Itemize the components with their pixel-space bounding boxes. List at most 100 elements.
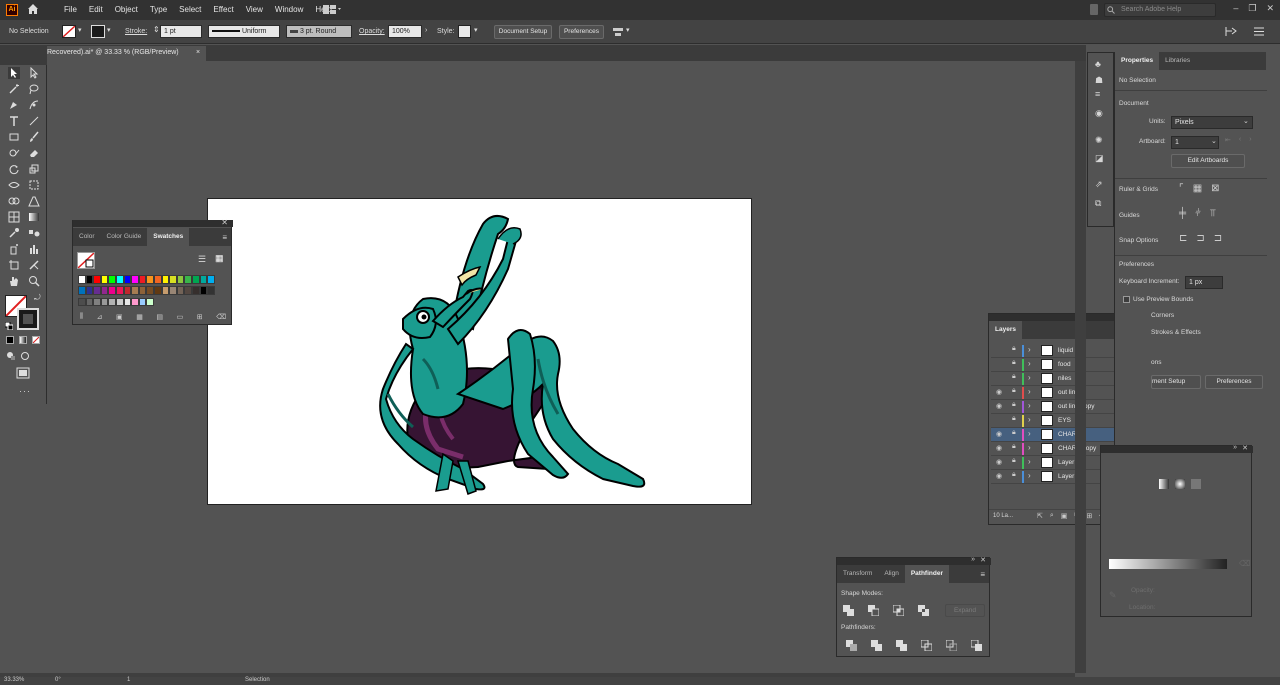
preview-bounds-checkbox[interactable] [1123, 296, 1130, 303]
swatch[interactable] [131, 297, 139, 307]
opacity-label[interactable]: Opacity: [359, 26, 385, 38]
menu-select[interactable]: Select [173, 0, 207, 20]
minus-front-icon[interactable] [868, 605, 879, 616]
grid-view-icon[interactable]: ▦ [215, 253, 224, 264]
intersect-icon[interactable] [893, 605, 904, 616]
none-mode-icon[interactable] [32, 336, 40, 344]
shape-builder-tool-icon[interactable] [8, 195, 20, 207]
gradient-slider[interactable] [1109, 559, 1227, 569]
gradient-mode-icon[interactable] [19, 336, 27, 344]
rotate-tool-icon[interactable] [8, 163, 20, 175]
swatch[interactable] [85, 286, 94, 295]
trim-icon[interactable] [871, 640, 882, 651]
swatch[interactable] [115, 275, 124, 284]
swatch[interactable] [138, 275, 147, 284]
style-swatch[interactable] [458, 25, 471, 38]
swatch-kind-icon[interactable]: ⊿ [97, 313, 103, 321]
lock-icon[interactable]: 🔒︎ [1012, 429, 1016, 437]
freeform-gradient-icon[interactable] [1191, 479, 1201, 489]
tab-transform[interactable]: Transform [837, 565, 878, 583]
swatch[interactable] [184, 286, 192, 295]
rotate-view[interactable]: 0° [55, 677, 61, 683]
chevron-right-icon[interactable]: › [1028, 401, 1031, 410]
chevron-right-icon[interactable]: › [1028, 415, 1031, 424]
outline-icon[interactable] [946, 640, 957, 651]
first-artboard-icon[interactable]: ⇤ [1225, 136, 1231, 144]
curvature-tool-icon[interactable] [28, 99, 40, 111]
close-panel-icon[interactable]: ✕ [1242, 444, 1248, 452]
lock-icon[interactable]: 🔒︎ [1012, 415, 1016, 423]
mesh-tool-icon[interactable] [8, 211, 20, 223]
trash-icon[interactable]: ⌫ [216, 313, 226, 321]
selection-tool-icon[interactable] [8, 67, 20, 79]
chevron-right-icon[interactable]: › [1028, 345, 1031, 354]
column-graph-tool-icon[interactable] [28, 243, 40, 255]
default-colors-icon[interactable] [5, 322, 13, 330]
swatch[interactable] [153, 286, 162, 295]
free-transform-tool-icon[interactable] [28, 179, 40, 191]
align-icon[interactable] [612, 26, 624, 38]
tab-libraries[interactable]: Libraries [1159, 52, 1196, 70]
search-input[interactable]: Search Adobe Help [1104, 3, 1216, 17]
eye-icon[interactable]: ◉ [996, 402, 1002, 410]
snap-to-pixel-icon[interactable]: ⊐ [1214, 233, 1222, 244]
lock-icon[interactable]: 🔒︎ [1012, 457, 1016, 465]
arrange-documents-icon[interactable] [322, 4, 342, 15]
swatch[interactable] [93, 297, 101, 307]
swatch[interactable] [93, 275, 101, 284]
chevron-down-icon[interactable]: ▾ [626, 25, 630, 37]
home-icon[interactable] [27, 3, 39, 15]
eyedropper-icon[interactable]: ✎ [1109, 590, 1117, 601]
eraser-tool-icon[interactable] [28, 147, 40, 159]
lasso-tool-icon[interactable] [28, 83, 40, 95]
swatch[interactable] [85, 297, 94, 307]
color-mode-icon[interactable] [6, 336, 14, 344]
vertical-scrollbar[interactable] [1075, 61, 1086, 673]
swatch[interactable] [161, 286, 170, 295]
exclude-icon[interactable] [918, 605, 929, 616]
transparency-icon[interactable]: ◪ [1095, 153, 1104, 164]
swatch[interactable] [115, 286, 124, 295]
close-icon[interactable]: ✕ [1266, 3, 1274, 14]
swatch[interactable] [199, 275, 208, 284]
lock-icon[interactable]: 🔒︎ [1012, 401, 1016, 409]
show-guides-icon[interactable]: ╪ [1179, 208, 1186, 219]
chevron-right-icon[interactable]: › [1028, 387, 1031, 396]
chevron-right-icon[interactable]: › [1028, 373, 1031, 382]
tab-swatches[interactable]: Swatches [147, 228, 190, 246]
swatch[interactable] [199, 286, 208, 295]
hand-tool-icon[interactable] [8, 275, 20, 287]
eye-icon[interactable]: ◉ [996, 430, 1002, 438]
close-panel-icon[interactable]: ✕ [221, 218, 228, 227]
swatch[interactable] [78, 286, 86, 295]
swatch[interactable] [207, 275, 215, 284]
panel-menu-icon[interactable]: ≡ [222, 233, 227, 242]
new-color-group-icon[interactable]: ▤ [156, 313, 163, 321]
snap-to-point-icon[interactable]: ⊏ [1179, 233, 1187, 244]
tab-color[interactable]: Color [73, 228, 101, 246]
units-select[interactable]: Pixels [1171, 116, 1253, 129]
color-group-icon[interactable]: ▦ [136, 313, 143, 321]
type-tool-icon[interactable] [8, 115, 20, 127]
paintbrush-tool-icon[interactable] [28, 131, 40, 143]
preferences-button[interactable]: Preferences [1205, 375, 1263, 389]
more-tools-icon[interactable]: ··· [19, 386, 31, 396]
swatch[interactable] [108, 275, 116, 284]
swatch[interactable] [78, 275, 86, 284]
crop-icon[interactable] [921, 640, 932, 651]
pen-tool-icon[interactable] [8, 99, 20, 111]
lock-icon[interactable]: 🔒︎ [1012, 359, 1016, 367]
shaper-tool-icon[interactable] [8, 147, 20, 159]
draw-normal-icon[interactable] [6, 351, 16, 361]
snap-to-grid-icon[interactable]: ⊐ [1196, 233, 1204, 244]
menu-view[interactable]: View [240, 0, 269, 20]
symbol-sprayer-tool-icon[interactable] [8, 243, 20, 255]
swatch[interactable] [169, 286, 177, 295]
zoom-level[interactable]: 33.33% [4, 677, 24, 683]
document-setup-button[interactable]: Document Setup [494, 25, 552, 39]
stroke-panel-icon[interactable]: ≡ [1095, 89, 1100, 99]
swatch[interactable] [85, 275, 94, 284]
tab-color-guide[interactable]: Color Guide [101, 228, 148, 246]
stroke-label[interactable]: Stroke: [125, 26, 147, 38]
document-setup-button[interactable]: ment Setup [1151, 375, 1201, 389]
